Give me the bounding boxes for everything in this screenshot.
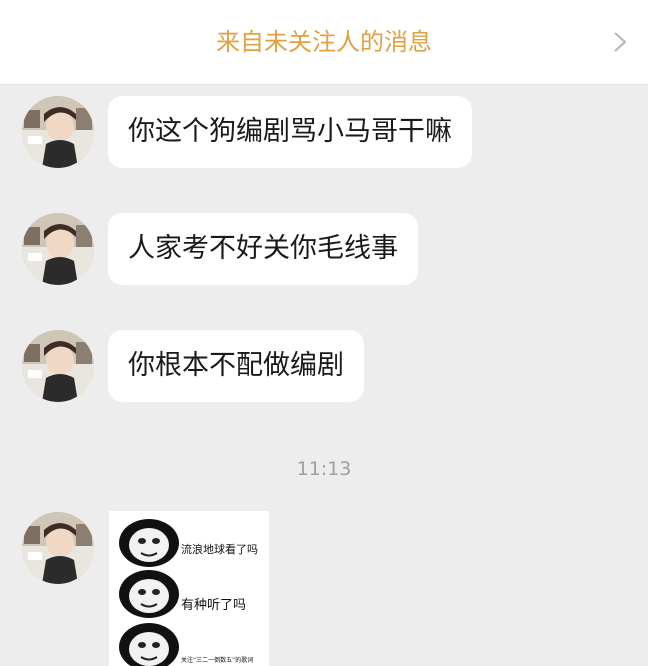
panda-meme-face [119, 570, 179, 618]
panda-meme-face [119, 623, 179, 666]
message-timestamp: 11:13 [296, 458, 352, 480]
sticker-panel: 有种听了吗 [109, 564, 269, 618]
avatar[interactable] [22, 512, 94, 584]
sticker-caption: 关注“三二一倒数五”的歌词 [181, 657, 254, 664]
message-bubble[interactable]: 人家考不好关你毛线事 [108, 213, 418, 285]
sticker-panel: 关注“三二一倒数五”的歌词 [109, 617, 269, 666]
sticker-caption: 有种听了吗 [181, 598, 247, 613]
header-title: 来自未关注人的消息 [216, 28, 432, 56]
chevron-right-icon [614, 32, 627, 52]
sticker-caption: 流浪地球看了吗 [181, 543, 258, 556]
sticker-message[interactable]: 流浪地球看了吗 有种听了吗 关注“三二一倒数五”的歌词 [109, 511, 269, 666]
message-bubble[interactable]: 你根本不配做编剧 [108, 330, 364, 402]
panda-meme-face [119, 519, 179, 567]
message-header-bar[interactable]: 来自未关注人的消息 [0, 0, 648, 85]
avatar[interactable] [22, 96, 94, 168]
avatar[interactable] [22, 330, 94, 402]
avatar[interactable] [22, 213, 94, 285]
message-bubble[interactable]: 你这个狗编剧骂小马哥干嘛 [108, 96, 472, 168]
sticker-panel: 流浪地球看了吗 [109, 511, 269, 567]
